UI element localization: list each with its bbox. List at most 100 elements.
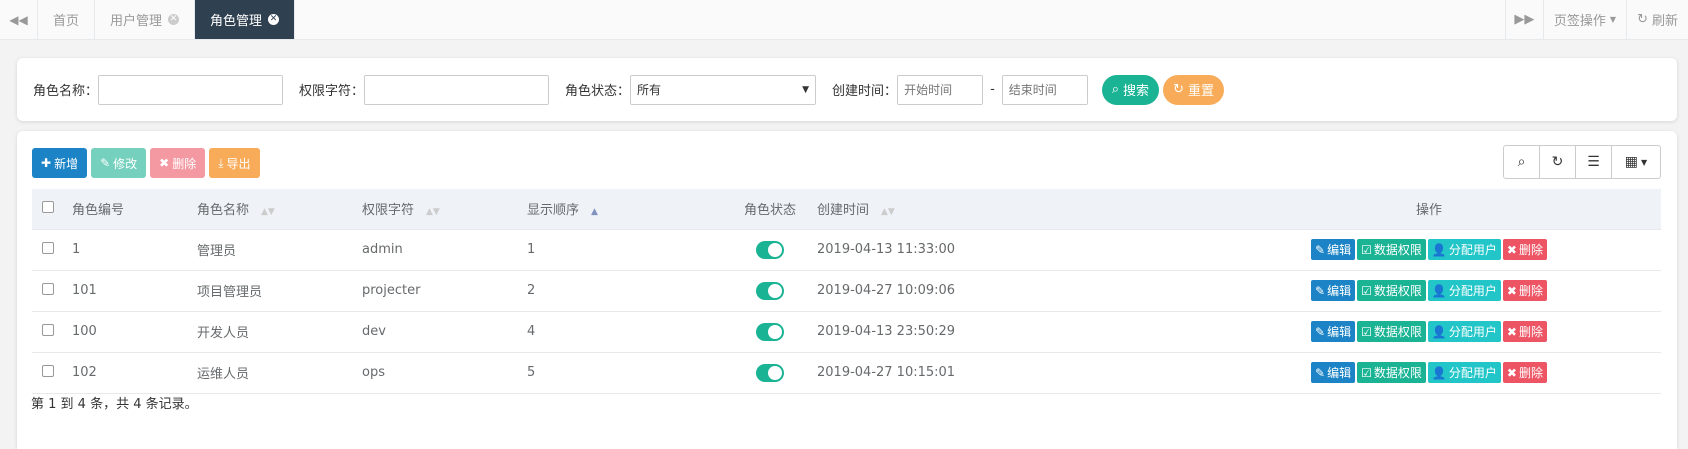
role-name-input[interactable]: [98, 74, 284, 105]
status-toggle[interactable]: [756, 240, 784, 259]
row-data-perm-button[interactable]: ☑ 数据权限: [1357, 239, 1426, 260]
cell-role-name: 项目管理员: [197, 270, 362, 312]
row-checkbox[interactable]: [42, 364, 54, 377]
close-icon[interactable]: ✕: [168, 14, 180, 25]
add-button[interactable]: ✚ 新增: [32, 148, 88, 178]
search-icon: ⌕: [1111, 82, 1120, 97]
edit-icon: ✎: [1315, 283, 1326, 298]
row-checkbox[interactable]: [42, 282, 54, 295]
row-delete-button[interactable]: ✖ 删除: [1502, 362, 1547, 383]
cell-created-time: 2019-04-27 10:09:06: [817, 270, 1197, 312]
tabs-prev-button[interactable]: ◀◀: [0, 0, 38, 39]
delete-button[interactable]: ✖ 删除: [150, 148, 206, 178]
row-data-perm-button[interactable]: ☑ 数据权限: [1357, 280, 1426, 301]
row-assign-user-button[interactable]: 👤 分配用户: [1427, 239, 1501, 260]
end-time-input[interactable]: [1001, 74, 1088, 105]
status-select[interactable]: 所有 ▼: [630, 74, 817, 105]
refresh-icon: ↻: [1637, 12, 1648, 27]
role-name-label: 角色名称：: [33, 84, 99, 99]
perm-key-input[interactable]: [364, 74, 550, 105]
cell-role-id: 102: [72, 352, 197, 394]
refresh-tab-button[interactable]: ↻ 刷新: [1626, 0, 1688, 39]
cell-role-name: 运维人员: [197, 352, 362, 394]
col-label: 创建时间: [817, 203, 870, 219]
row-assign-user-button[interactable]: 👤 分配用户: [1427, 362, 1501, 383]
caret-down-icon: ▼: [802, 84, 810, 95]
tab-home[interactable]: 首页: [38, 0, 96, 39]
export-button[interactable]: ⤓ 导出: [209, 148, 260, 178]
row-data-perm-button[interactable]: ☑ 数据权限: [1357, 362, 1426, 383]
row-checkbox[interactable]: [42, 323, 54, 336]
col-header-role-name[interactable]: 角色名称 ▲▼: [197, 189, 362, 230]
cell-created-time: 2019-04-27 10:15:01: [817, 352, 1197, 394]
search-button[interactable]: ⌕ 搜索: [1101, 74, 1160, 105]
cell-sort-order: 1: [527, 229, 723, 271]
cell-role-key: admin: [362, 229, 527, 271]
reset-button[interactable]: ↻ 重置: [1163, 74, 1224, 105]
op-label: 分配用户: [1448, 325, 1497, 339]
select-all-checkbox[interactable]: [42, 200, 54, 213]
op-label: 数据权限: [1373, 243, 1422, 257]
plus-icon: ✚: [41, 156, 52, 170]
row-delete-button[interactable]: ✖ 删除: [1502, 321, 1547, 342]
toggle-view-button[interactable]: ☰: [1576, 146, 1612, 178]
col-header-role-id[interactable]: 角色编号: [72, 189, 197, 230]
tab-bar: ◀◀ 首页 用户管理 ✕ 角色管理 ✕ ▶▶ 页签操作 ▼ ↻ 刷新: [0, 0, 1688, 40]
table-row[interactable]: 101 项目管理员 projecter 2 2019-04-27 10:09:0…: [32, 270, 1661, 312]
sort-icon: ▲▼: [881, 207, 895, 218]
tab-ops-dropdown[interactable]: 页签操作 ▼: [1542, 0, 1626, 39]
columns-dropdown-button[interactable]: ▦ ▼: [1612, 146, 1660, 178]
table-row[interactable]: 102 运维人员 ops 5 2019-04-27 10:15:01 ✎ 编辑 ☑ 数…: [32, 352, 1661, 394]
col-label: 角色状态: [743, 203, 796, 219]
op-label: 数据权限: [1373, 366, 1422, 380]
refresh-icon: ↻: [1551, 154, 1564, 170]
edit-icon: ✎: [1315, 365, 1326, 380]
col-label: 角色编号: [72, 203, 125, 219]
search-button-label: 搜索: [1123, 84, 1150, 99]
tabs-next-button[interactable]: ▶▶: [1504, 0, 1543, 39]
col-header-actions: 操作: [1197, 189, 1661, 230]
user-icon: 👤: [1431, 283, 1447, 298]
tab-role-management[interactable]: 角色管理 ✕: [195, 0, 296, 39]
table-row[interactable]: 100 开发人员 dev 4 2019-04-13 23:50:29 ✎ 编辑 ☑ 数…: [32, 311, 1661, 353]
close-icon[interactable]: ✕: [268, 14, 280, 25]
edit-icon: ✎: [1315, 242, 1326, 257]
role-table-panel: ✚ 新增 ✎ 修改 ✖ 删除 ⤓ 导出 ⌕ ↻ ☰ ▦ ▼ 角色编号 角色名称 ▲▼ 权限字…: [17, 131, 1677, 449]
row-delete-button[interactable]: ✖ 删除: [1502, 239, 1547, 260]
col-label: 显示顺序: [527, 203, 580, 219]
reset-button-label: 重置: [1187, 84, 1214, 99]
perm-key-label: 权限字符：: [299, 84, 365, 99]
cell-role-id: 101: [72, 270, 197, 312]
table-header-row: 角色编号 角色名称 ▲▼ 权限字符 ▲▼ 显示顺序 ▲ 角色状态 创建时间 ▲▼ 操作: [32, 189, 1661, 230]
row-data-perm-button[interactable]: ☑ 数据权限: [1357, 321, 1426, 342]
row-edit-button[interactable]: ✎ 编辑: [1311, 321, 1356, 342]
row-assign-user-button[interactable]: 👤 分配用户: [1427, 280, 1501, 301]
status-toggle[interactable]: [756, 281, 784, 300]
refresh-table-button[interactable]: ↻: [1540, 146, 1576, 178]
check-square-icon: ☑: [1361, 324, 1372, 339]
edit-button[interactable]: ✎ 修改: [91, 148, 147, 178]
tab-user-management[interactable]: 用户管理 ✕: [95, 0, 196, 39]
status-toggle[interactable]: [756, 322, 784, 341]
op-label: 编辑: [1327, 243, 1352, 257]
tab-label: 角色管理: [210, 14, 263, 29]
role-table: 角色编号 角色名称 ▲▼ 权限字符 ▲▼ 显示顺序 ▲ 角色状态 创建时间 ▲▼ 操作 …: [32, 189, 1661, 394]
row-assign-user-button[interactable]: 👤 分配用户: [1427, 321, 1501, 342]
status-selected-value: 所有: [637, 83, 662, 97]
status-toggle[interactable]: [756, 363, 784, 382]
cell-role-id: 100: [72, 311, 197, 353]
row-delete-button[interactable]: ✖ 删除: [1502, 280, 1547, 301]
toggle-search-button[interactable]: ⌕: [1504, 146, 1540, 178]
times-icon: ✖: [159, 156, 170, 170]
start-time-input[interactable]: [897, 74, 984, 105]
tab-label: 首页: [53, 14, 80, 29]
table-row[interactable]: 1 管理员 admin 1 2019-04-13 11:33:00 ✎ 编辑 ☑ 数据…: [32, 229, 1661, 271]
row-edit-button[interactable]: ✎ 编辑: [1311, 362, 1356, 383]
user-icon: 👤: [1431, 365, 1447, 380]
row-edit-button[interactable]: ✎ 编辑: [1311, 280, 1356, 301]
row-checkbox[interactable]: [42, 241, 54, 254]
col-header-role-key[interactable]: 权限字符 ▲▼: [362, 189, 527, 230]
col-header-created-time[interactable]: 创建时间 ▲▼: [817, 189, 1197, 230]
col-header-sort-order[interactable]: 显示顺序 ▲: [527, 189, 723, 230]
row-edit-button[interactable]: ✎ 编辑: [1311, 239, 1356, 260]
